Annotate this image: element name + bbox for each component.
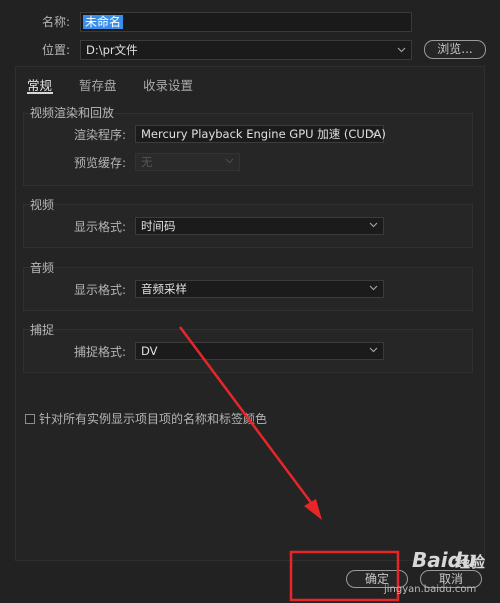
show-name-label-color-checkbox[interactable] [25, 414, 35, 424]
watermark-jingyan: 经验 [455, 553, 486, 571]
show-name-label-color-label: 针对所有实例显示项目项的名称和标签颜色 [39, 412, 268, 426]
location-dropdown[interactable]: D:\pr文件 [80, 40, 412, 60]
capture-title: 捕捉 [30, 323, 55, 337]
chevron-down-icon [397, 47, 406, 53]
watermark-url: jingyan.baidu.com [384, 584, 477, 595]
video-rendering-title: 视频渲染和回放 [30, 106, 115, 120]
location-label: 位置: [42, 43, 71, 57]
chevron-down-icon [225, 158, 234, 164]
renderer-dropdown[interactable]: Mercury Playback Engine GPU 加速 (CUDA) [135, 125, 386, 143]
name-input[interactable]: 未命名 [80, 12, 412, 32]
renderer-value: Mercury Playback Engine GPU 加速 (CUDA) [141, 127, 386, 141]
preview-cache-dropdown[interactable]: 无 [135, 153, 240, 171]
chevron-down-icon [369, 347, 378, 353]
tab-scratch-disks[interactable]: 暂存盘 [79, 75, 117, 94]
capture-format-label: 捕捉格式: [74, 345, 127, 359]
chevron-down-icon [369, 222, 378, 228]
preview-cache-value: 无 [141, 155, 153, 169]
capture-format-dropdown[interactable]: DV [135, 342, 384, 360]
renderer-label: 渲染程序: [74, 128, 127, 142]
video-display-format-value: 时间码 [141, 219, 176, 233]
location-value: D:\pr文件 [86, 43, 138, 57]
browse-button[interactable]: 浏览... [424, 40, 486, 59]
audio-display-format-value: 音频采样 [141, 282, 187, 296]
audio-display-format-label: 显示格式: [74, 283, 127, 297]
tab-ingest-settings[interactable]: 收录设置 [143, 75, 193, 94]
video-display-format-label: 显示格式: [74, 220, 127, 234]
name-label: 名称: [42, 15, 71, 29]
name-input-selected-text: 未命名 [83, 15, 124, 29]
video-rendering-group [23, 113, 473, 186]
active-tab-indicator [27, 92, 53, 94]
video-display-format-dropdown[interactable]: 时间码 [135, 217, 384, 235]
preview-cache-label: 预览缓存: [74, 156, 127, 170]
video-title: 视频 [30, 198, 55, 212]
audio-title: 音频 [30, 261, 55, 275]
audio-display-format-dropdown[interactable]: 音频采样 [135, 280, 384, 298]
chevron-down-icon [369, 285, 378, 291]
chevron-down-icon [369, 130, 378, 136]
capture-format-value: DV [141, 344, 158, 358]
